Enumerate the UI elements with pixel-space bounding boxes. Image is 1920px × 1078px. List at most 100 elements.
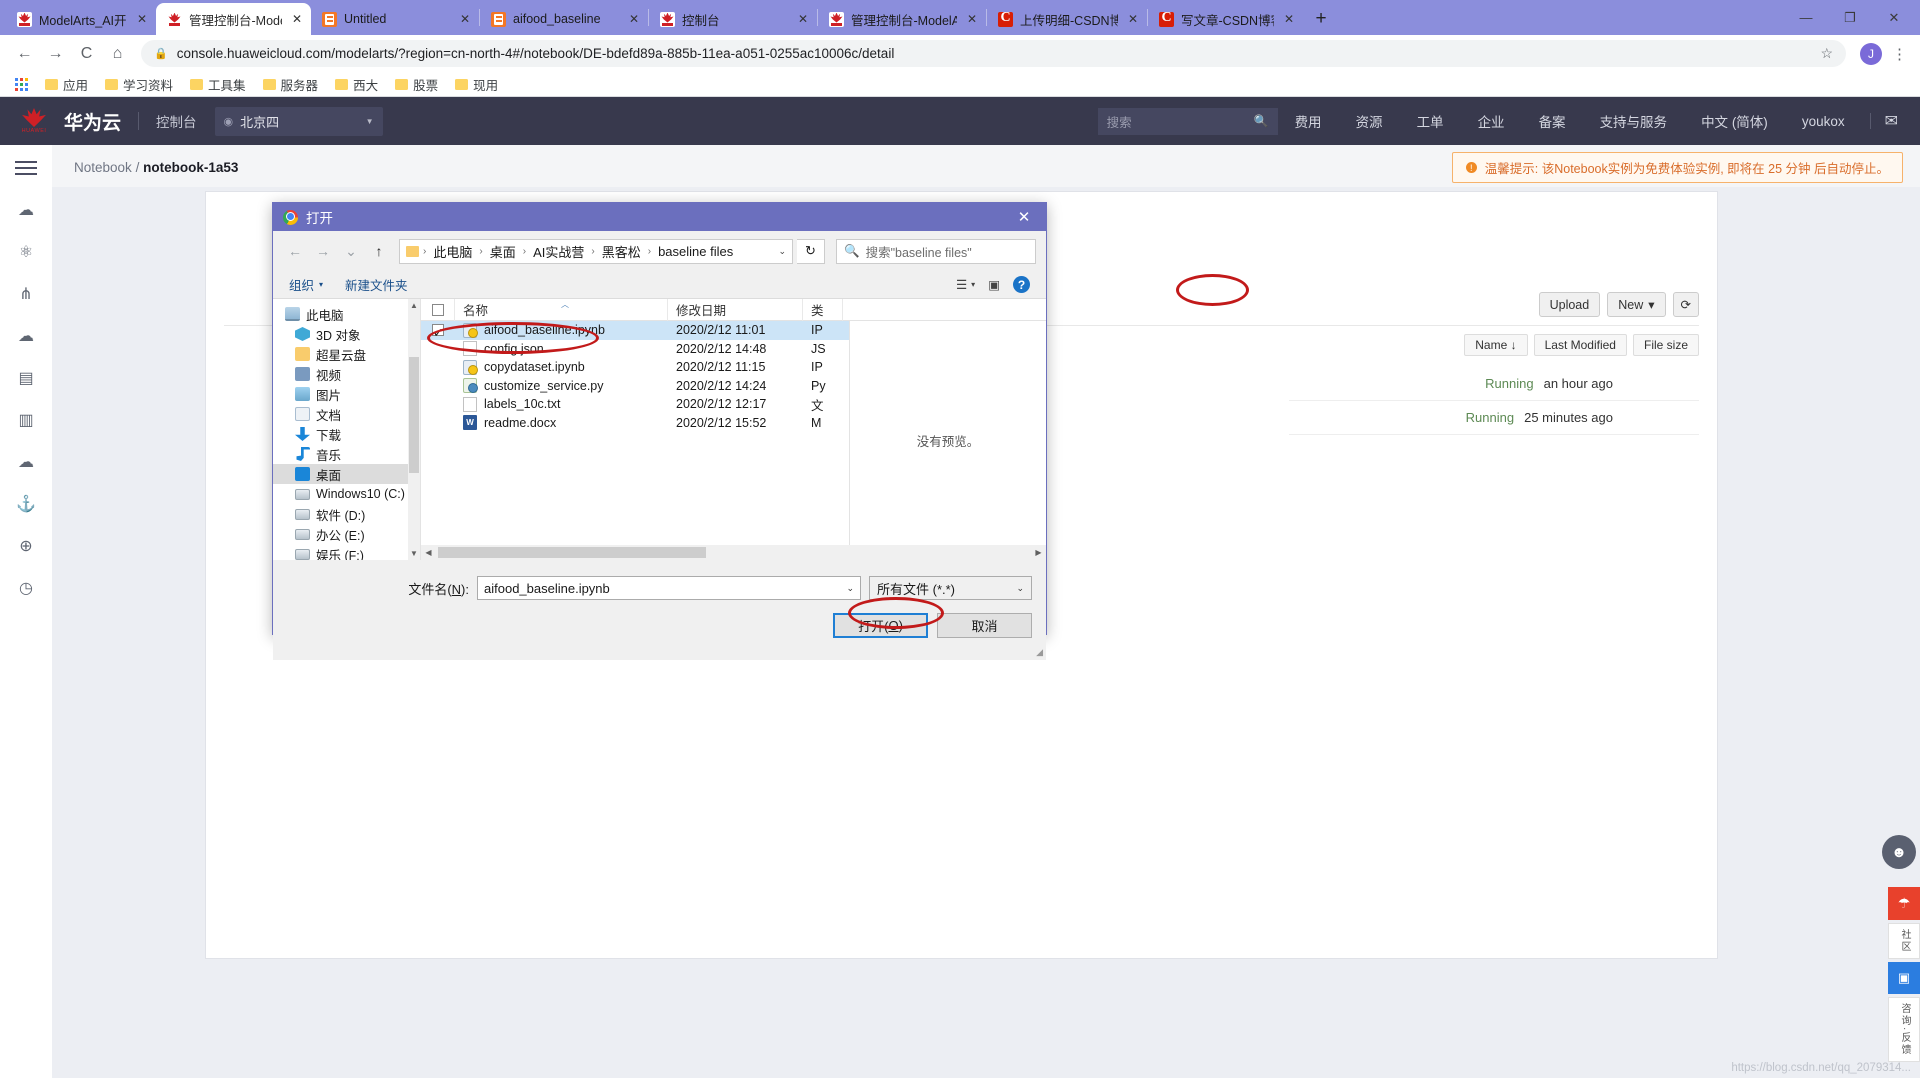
path-breadcrumb-bar[interactable]: › 此电脑 › 桌面 › AI实战营 › 黑客松 › baseline file… [399, 238, 793, 264]
layout-icon[interactable]: ☰ [956, 277, 967, 292]
tab-close-button[interactable]: ✕ [134, 12, 150, 26]
breadcrumb-parent[interactable]: Notebook [74, 160, 132, 175]
restore-button[interactable]: ❐ [1828, 3, 1872, 33]
tree-item-documents[interactable]: 文档 [273, 404, 420, 424]
tree-item-chaoxing-drive[interactable]: 超星云盘 [273, 344, 420, 364]
browser-tab-4[interactable]: 控制台 ✕ [649, 3, 817, 35]
bookmark-item[interactable]: 工具集 [184, 73, 252, 96]
tree-item-drive-d[interactable]: 软件 (D:) [273, 504, 420, 524]
clock-icon[interactable]: ◷ [13, 575, 39, 601]
help-icon[interactable]: ? [1013, 276, 1030, 293]
browser-tab-5[interactable]: 管理控制台-ModelArts ✕ [818, 3, 986, 35]
table-row[interactable]: customize_service.py 2020/2/12 14:24 Py [421, 377, 849, 396]
tree-item-drive-e[interactable]: 办公 (E:) [273, 524, 420, 544]
tab-close-button[interactable]: ✕ [795, 12, 811, 26]
breadcrumb-desktop[interactable]: 桌面 [487, 242, 519, 261]
home-icon[interactable]: ⌂ [103, 39, 132, 68]
preview-pane-icon[interactable]: ▣ [988, 277, 1000, 292]
file-name-cell[interactable]: Wreadme.docx [455, 414, 668, 433]
cloud-storage-icon[interactable]: ☁ [13, 323, 39, 349]
chevron-down-icon[interactable]: ⌄ [846, 583, 854, 594]
column-header-name[interactable]: ︿ 名称 [455, 298, 668, 321]
chevron-down-icon[interactable]: ⌄ [778, 246, 786, 257]
reload-icon[interactable]: C [72, 39, 101, 68]
scrollbar-thumb[interactable] [409, 357, 419, 473]
browser-tab-2[interactable]: Untitled ✕ [311, 3, 479, 35]
resize-grip-icon[interactable]: ◢ [1036, 647, 1043, 658]
database-icon[interactable]: ▤ [13, 365, 39, 391]
tree-item-this-pc[interactable]: 此电脑 [273, 304, 420, 324]
refresh-button[interactable]: ⟳ [1672, 292, 1699, 317]
select-all-checkbox[interactable] [421, 298, 455, 321]
cloud-icon[interactable]: ☁ [13, 197, 39, 223]
bookmark-item[interactable]: 西大 [329, 73, 384, 96]
chat-icon[interactable]: ▣ [1888, 962, 1920, 994]
recent-locations-icon[interactable]: ⌄ [339, 239, 363, 263]
bookmark-item[interactable]: 应用 [39, 73, 94, 96]
table-row[interactable]: Running an hour ago [1289, 367, 1699, 401]
anchor-icon[interactable]: ⚓ [13, 491, 39, 517]
table-row[interactable]: Running 25 minutes ago [1289, 401, 1699, 435]
file-list-hscrollbar[interactable]: ◀ ▶ [421, 545, 1046, 560]
file-name-cell[interactable]: config.json [455, 340, 668, 359]
tree-item-music[interactable]: 音乐 [273, 444, 420, 464]
tree-scrollbar[interactable]: ▲ ▼ [408, 299, 420, 560]
tree-item-drive-c[interactable]: Windows10 (C:) [273, 484, 420, 504]
forward-icon[interactable]: → [41, 39, 70, 68]
filetype-select[interactable]: 所有文件 (*.*) ⌄ [869, 576, 1032, 600]
community-widget[interactable]: 社区 [1888, 923, 1920, 959]
tree-item-downloads[interactable]: 下载 [273, 424, 420, 444]
cancel-button[interactable]: 取消 [937, 613, 1032, 638]
column-header-type[interactable]: 类 [803, 298, 843, 321]
new-button[interactable]: New ▾ [1607, 292, 1666, 317]
new-folder-button[interactable]: 新建文件夹 [345, 275, 408, 294]
region-selector[interactable]: ◉ 北京四 ▼ [214, 106, 383, 136]
bookmark-item[interactable]: 学习资料 [99, 73, 179, 96]
breadcrumb-this-pc[interactable]: 此电脑 [430, 242, 475, 261]
nav-fees[interactable]: 费用 [1278, 111, 1339, 131]
row-checkbox[interactable] [421, 340, 455, 359]
table-row[interactable]: Wreadme.docx 2020/2/12 15:52 M [421, 414, 849, 433]
minimize-button[interactable]: — [1784, 3, 1828, 33]
bookmark-item[interactable]: 股票 [389, 73, 444, 96]
row-checkbox[interactable] [421, 358, 455, 377]
new-tab-button[interactable]: + [1307, 5, 1335, 33]
refresh-icon[interactable]: ↻ [797, 238, 825, 264]
row-checkbox[interactable] [421, 395, 455, 414]
tab-close-button[interactable]: ✕ [964, 12, 980, 26]
tab-close-button[interactable]: ✕ [289, 12, 305, 26]
nav-tickets[interactable]: 工单 [1400, 111, 1461, 131]
nav-filing[interactable]: 备案 [1522, 111, 1583, 131]
tree-item-videos[interactable]: 视频 [273, 364, 420, 384]
scroll-right-icon[interactable]: ▶ [1031, 548, 1046, 557]
apps-button[interactable] [9, 76, 34, 93]
bookmark-star-icon[interactable]: ☆ [1820, 45, 1833, 62]
bookmark-item[interactable]: 服务器 [257, 73, 325, 96]
browser-tab-7[interactable]: 写文章-CSDN博客 ✕ [1148, 3, 1303, 35]
search-input[interactable]: 🔍 搜索"baseline files" [836, 238, 1036, 264]
back-icon[interactable]: ← [10, 39, 39, 68]
huawei-logo[interactable]: HUAWEI [10, 97, 58, 145]
table-row[interactable]: labels_10c.txt 2020/2/12 12:17 文 [421, 395, 849, 414]
cloud-service-icon[interactable]: ☁ [13, 449, 39, 475]
browser-menu-icon[interactable]: ⋮ [1889, 45, 1910, 63]
bookmark-item[interactable]: 现用 [449, 73, 504, 96]
table-row[interactable]: copydataset.ipynb 2020/2/12 11:15 IP [421, 358, 849, 377]
file-name-cell[interactable]: copydataset.ipynb [455, 358, 668, 377]
server-icon[interactable]: ▥ [13, 407, 39, 433]
tab-close-button[interactable]: ✕ [626, 12, 642, 26]
open-button[interactable]: 打开(O) [833, 613, 928, 638]
browser-tab-1[interactable]: 管理控制台-ModelArts ✕ [156, 3, 311, 35]
tab-close-button[interactable]: ✕ [1125, 12, 1141, 26]
sidebar-toggle-icon[interactable] [0, 144, 52, 191]
file-name-cell[interactable]: aifood_baseline.ipynb [455, 321, 668, 340]
nav-username[interactable]: youkox [1785, 114, 1862, 129]
browser-tab-0[interactable]: ModelArts_AI开发平台 ✕ [6, 3, 156, 35]
column-file-size[interactable]: File size [1632, 334, 1699, 356]
scroll-down-icon[interactable]: ▼ [409, 549, 419, 558]
breadcrumb-baseline-files[interactable]: baseline files [655, 244, 736, 259]
window-close-button[interactable]: ✕ [1872, 3, 1916, 33]
column-name[interactable]: Name ↓ [1464, 334, 1528, 356]
tab-close-button[interactable]: ✕ [457, 12, 473, 26]
globe-icon[interactable]: ⊕ [13, 533, 39, 559]
